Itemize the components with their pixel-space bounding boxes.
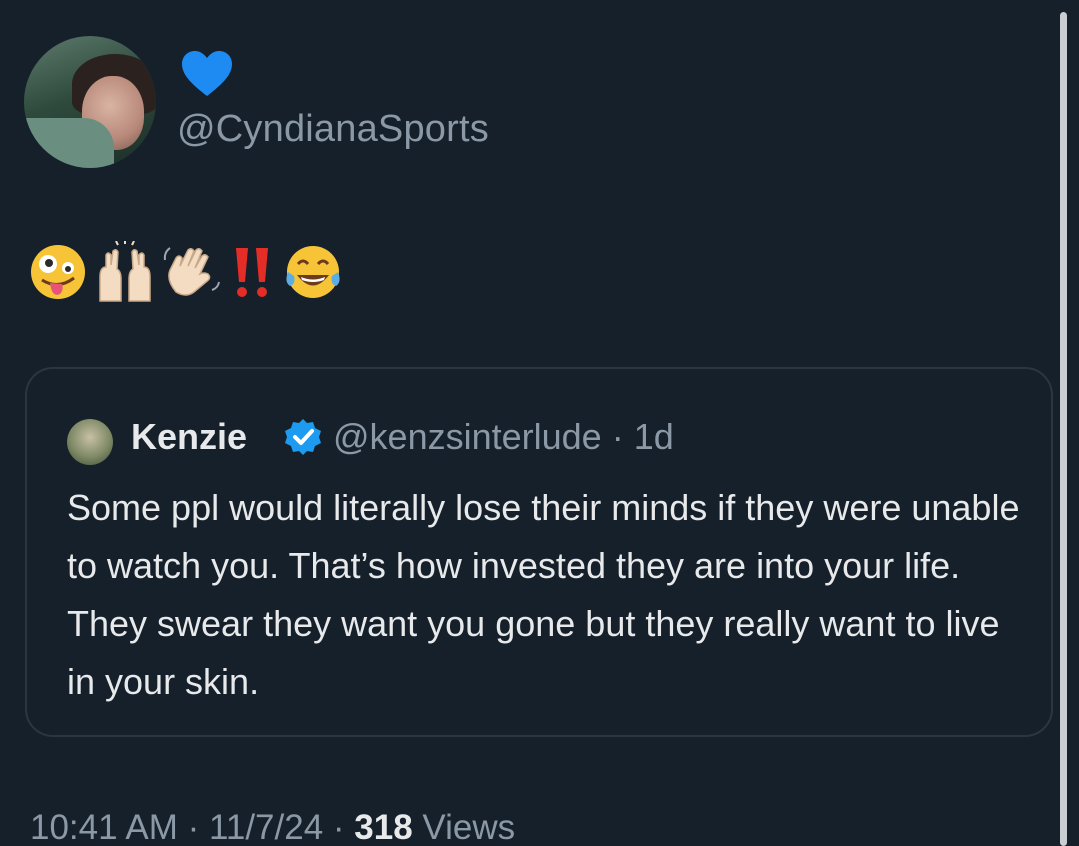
tweet-text-emojis (28, 240, 344, 304)
author-handle[interactable]: @CyndianaSports (177, 108, 489, 151)
quoted-tweet[interactable]: Kenzie @kenzsinterlude · 1d Some ppl wou… (25, 367, 1053, 737)
author-avatar[interactable] (24, 36, 156, 168)
footer-separator: · (177, 808, 209, 846)
waving-hand-icon (163, 247, 220, 296)
tears-of-joy-icon (286, 246, 340, 298)
tweet: @CyndianaSports Kenzie @kenzsinterlude ·… (0, 0, 1079, 846)
blue-heart-icon (182, 51, 232, 96)
footer-separator: · (323, 808, 355, 846)
quoted-tweet-text: Some ppl would literally lose their mind… (67, 487, 1020, 702)
scrollbar[interactable] (1060, 12, 1067, 846)
quoted-meta: @kenzsinterlude · 1d (333, 416, 674, 458)
tweet-footer: 10:41 AM · 11/7/24 · 318 Views (30, 808, 515, 846)
tweet-date[interactable]: 11/7/24 (209, 808, 323, 846)
raising-hands-icon (99, 241, 151, 302)
quoted-author-name[interactable]: Kenzie (131, 416, 247, 458)
views-label: Views (412, 808, 516, 846)
tweet-time[interactable]: 10:41 AM (30, 808, 178, 846)
quoted-author-handle[interactable]: @kenzsinterlude (333, 416, 602, 457)
quoted-author-avatar[interactable] (67, 419, 113, 465)
verified-badge-icon (285, 419, 321, 455)
quoted-tweet-age[interactable]: 1d (634, 416, 674, 457)
zany-face-icon (31, 245, 85, 299)
views-count[interactable]: 318 (354, 808, 412, 846)
double-exclamation-icon (236, 248, 268, 297)
meta-separator: · (601, 416, 634, 457)
